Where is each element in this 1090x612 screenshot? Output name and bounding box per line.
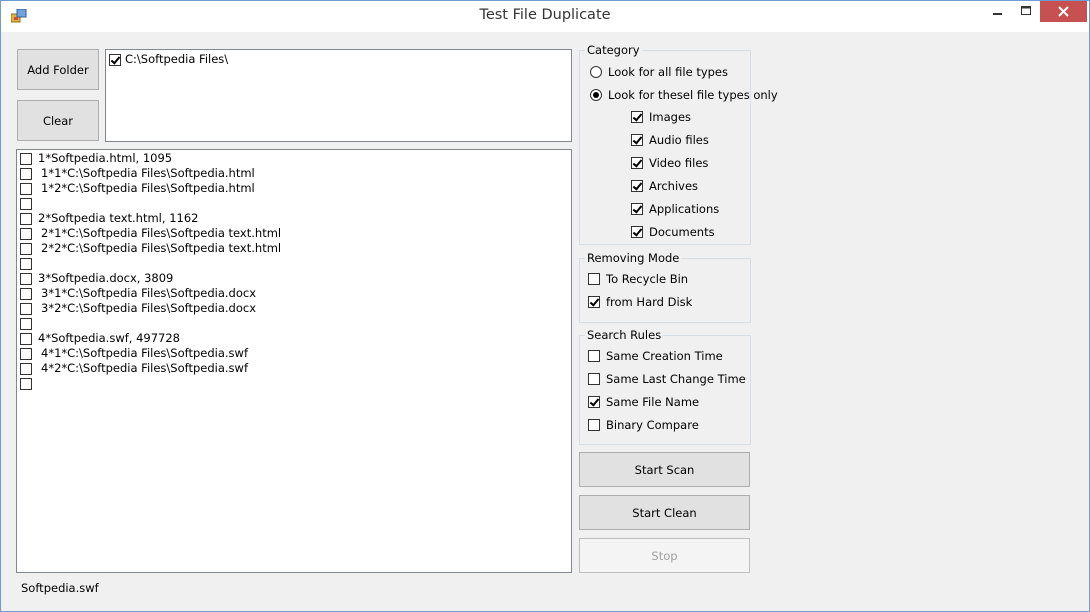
removing-mode-group [579, 258, 751, 323]
result-checkbox[interactable] [20, 228, 32, 240]
close-button[interactable] [1040, 1, 1087, 22]
result-checkbox[interactable] [20, 183, 32, 195]
list-item[interactable] [20, 196, 560, 211]
result-text: 3*Softpedia.docx, 3809 [38, 271, 174, 285]
binary-compare-label[interactable]: Binary Compare [606, 418, 699, 432]
clear-button[interactable]: Clear [17, 100, 99, 141]
archives-label[interactable]: Archives [649, 179, 698, 193]
result-text: 4*2*C:\Softpedia Files\Softpedia.swf [41, 361, 248, 375]
results-list[interactable]: 1*Softpedia.html, 1095 1*1*C:\Softpedia … [16, 149, 572, 573]
list-item[interactable]: 1*1*C:\Softpedia Files\Softpedia.html [20, 166, 560, 181]
audio-checkbox[interactable] [631, 134, 643, 146]
file-name-label[interactable]: Same File Name [606, 395, 699, 409]
result-checkbox[interactable] [20, 243, 32, 255]
result-checkbox[interactable] [20, 153, 32, 165]
result-checkbox[interactable] [20, 168, 32, 180]
folder-checkbox[interactable] [109, 54, 121, 66]
list-item[interactable]: 3*Softpedia.docx, 3809 [20, 271, 560, 286]
change-time-checkbox[interactable] [588, 373, 600, 385]
result-checkbox[interactable] [20, 303, 32, 315]
creation-time-checkbox[interactable] [588, 350, 600, 362]
result-checkbox[interactable] [20, 363, 32, 375]
documents-checkbox[interactable] [631, 226, 643, 238]
list-item[interactable] [20, 256, 560, 271]
category-title: Category [585, 43, 642, 57]
list-item[interactable]: 3*1*C:\Softpedia Files\Softpedia.docx [20, 286, 560, 301]
result-checkbox[interactable] [20, 273, 32, 285]
list-item[interactable]: 3*2*C:\Softpedia Files\Softpedia.docx [20, 301, 560, 316]
folder-path: C:\Softpedia Files\ [125, 52, 229, 66]
title-bar: Test File Duplicate [1, 1, 1089, 32]
recycle-bin-checkbox[interactable] [588, 273, 600, 285]
video-checkbox[interactable] [631, 157, 643, 169]
result-text: 2*Softpedia text.html, 1162 [38, 211, 199, 225]
result-text: 2*2*C:\Softpedia Files\Softpedia text.ht… [41, 241, 282, 255]
list-item[interactable]: 1*Softpedia.html, 1095 [20, 151, 560, 166]
result-checkbox[interactable] [20, 288, 32, 300]
result-text: 3*1*C:\Softpedia Files\Softpedia.docx [41, 286, 257, 300]
status-text: Softpedia.swf [21, 581, 99, 595]
result-checkbox[interactable] [20, 198, 32, 210]
these-types-radio[interactable] [590, 89, 602, 101]
images-checkbox[interactable] [631, 111, 643, 123]
change-time-label[interactable]: Same Last Change Time [606, 372, 746, 386]
removing-mode-title: Removing Mode [585, 251, 682, 265]
minimize-button[interactable] [984, 1, 1012, 22]
result-text: 4*Softpedia.swf, 497728 [38, 331, 180, 345]
archives-checkbox[interactable] [631, 180, 643, 192]
these-types-label[interactable]: Look for thesel file types only [608, 88, 778, 102]
hard-disk-checkbox[interactable] [588, 296, 600, 308]
list-item[interactable]: 1*2*C:\Softpedia Files\Softpedia.html [20, 181, 560, 196]
list-item[interactable]: 4*Softpedia.swf, 497728 [20, 331, 560, 346]
file-name-checkbox[interactable] [588, 396, 600, 408]
folder-item[interactable]: C:\Softpedia Files\ [109, 52, 649, 67]
list-item[interactable]: 2*Softpedia text.html, 1162 [20, 211, 560, 226]
list-item[interactable] [20, 316, 560, 331]
result-text: 2*1*C:\Softpedia Files\Softpedia text.ht… [41, 226, 282, 240]
start-scan-button[interactable]: Start Scan [579, 452, 750, 487]
binary-compare-checkbox[interactable] [588, 419, 600, 431]
minimize-icon [993, 13, 1002, 15]
stop-button[interactable]: Stop [579, 538, 750, 573]
images-label[interactable]: Images [649, 110, 691, 124]
video-label[interactable]: Video files [649, 156, 708, 170]
result-text: 1*Softpedia.html, 1095 [38, 151, 173, 165]
list-item[interactable]: 2*2*C:\Softpedia Files\Softpedia text.ht… [20, 241, 560, 256]
window-title: Test File Duplicate [479, 7, 611, 23]
list-item[interactable]: 4*1*C:\Softpedia Files\Softpedia.swf [20, 346, 560, 361]
result-checkbox[interactable] [20, 318, 32, 330]
list-item[interactable]: 4*2*C:\Softpedia Files\Softpedia.swf [20, 361, 560, 376]
result-text: 1*1*C:\Softpedia Files\Softpedia.html [41, 166, 255, 180]
result-text: 4*1*C:\Softpedia Files\Softpedia.swf [41, 346, 248, 360]
all-types-radio[interactable] [590, 66, 602, 78]
add-folder-button[interactable]: Add Folder [17, 49, 99, 90]
applications-checkbox[interactable] [631, 203, 643, 215]
app-window: Test File Duplicate Add Folder Clear C:\… [0, 0, 1090, 612]
result-checkbox[interactable] [20, 258, 32, 270]
result-checkbox[interactable] [20, 348, 32, 360]
result-text: 3*2*C:\Softpedia Files\Softpedia.docx [41, 301, 257, 315]
list-item[interactable]: 2*1*C:\Softpedia Files\Softpedia text.ht… [20, 226, 560, 241]
recycle-bin-label[interactable]: To Recycle Bin [606, 272, 688, 286]
applications-label[interactable]: Applications [649, 202, 719, 216]
result-checkbox[interactable] [20, 213, 32, 225]
start-clean-button[interactable]: Start Clean [579, 495, 750, 530]
close-icon [1058, 6, 1069, 17]
folder-list[interactable]: C:\Softpedia Files\ [105, 49, 572, 142]
maximize-button[interactable] [1012, 1, 1040, 22]
all-types-label[interactable]: Look for all file types [608, 65, 728, 79]
list-item[interactable] [20, 376, 560, 391]
creation-time-label[interactable]: Same Creation Time [606, 349, 723, 363]
documents-label[interactable]: Documents [649, 225, 715, 239]
audio-label[interactable]: Audio files [649, 133, 709, 147]
maximize-icon [1021, 6, 1031, 15]
result-checkbox[interactable] [20, 333, 32, 345]
result-text: 1*2*C:\Softpedia Files\Softpedia.html [41, 181, 255, 195]
result-checkbox[interactable] [20, 378, 32, 390]
search-rules-title: Search Rules [585, 328, 664, 342]
hard-disk-label[interactable]: from Hard Disk [606, 295, 692, 309]
